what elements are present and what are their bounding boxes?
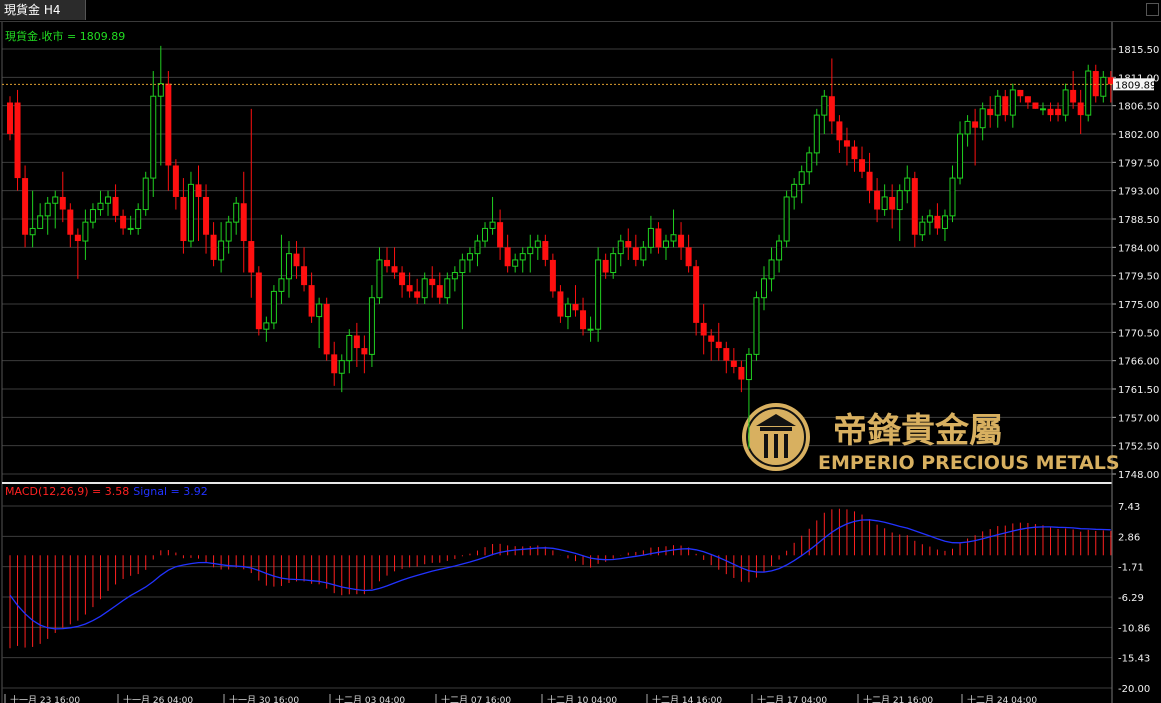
signal-value: Signal = 3.92 (133, 485, 208, 498)
macd-tick-label: 7.43 (1118, 502, 1140, 513)
price-tick-label: 1793.00 (1118, 187, 1159, 198)
time-tick-label: 十二月 14 16:00 (652, 694, 722, 703)
price-tick-label: 1775.00 (1118, 300, 1159, 311)
candle (7, 96, 13, 141)
macd-tick-label: -6.29 (1118, 593, 1144, 604)
price-tick-label: 1797.50 (1118, 158, 1159, 169)
price-tick-label: 1815.50 (1118, 45, 1159, 56)
macd-tick-label: -15.43 (1118, 654, 1150, 665)
chart-area: 帝鋒貴金屬 EMPERIO PRECIOUS METALS 1809.89 18… (0, 22, 1161, 703)
candle (549, 253, 556, 298)
macd-tick-label: -10.86 (1118, 623, 1150, 634)
candle (255, 266, 262, 336)
candle (270, 285, 277, 330)
time-tick-label: 十一月 30 16:00 (229, 694, 299, 703)
candle (1032, 102, 1039, 109)
price-tick-label: 1779.50 (1118, 272, 1159, 283)
candle (595, 247, 602, 342)
time-tick-label: 十一月 23 16:00 (10, 694, 80, 703)
time-tick-label: 十一月 26 04:00 (123, 694, 193, 703)
tab-bar: 現貨金 H4 (0, 0, 1161, 22)
macd-value: MACD(12,26,9) = 3.58 (5, 485, 129, 498)
time-tick-label: 十二月 17 04:00 (757, 694, 827, 703)
price-tick-label: 1788.50 (1118, 215, 1159, 226)
candle (14, 89, 21, 191)
chart-tab[interactable]: 現貨金 H4 (0, 0, 86, 20)
chart-tab-label: 現貨金 H4 (4, 3, 61, 17)
price-tick-label: 1766.00 (1118, 357, 1159, 368)
price-tick-label: 1752.50 (1118, 442, 1159, 453)
candle (142, 171, 149, 216)
candle (753, 291, 760, 361)
candle (323, 297, 330, 361)
price-tick-label: 1806.50 (1118, 102, 1159, 113)
price-tick-label: 1811.00 (1118, 73, 1159, 84)
price-tick-label: 1748.00 (1118, 470, 1159, 481)
time-tick-label: 十二月 07 16:00 (441, 694, 511, 703)
time-tick-label: 十二月 03 04:00 (335, 694, 405, 703)
watermark-english: EMPERIO PRECIOUS METALS (818, 452, 1120, 474)
time-tick-label: 十二月 21 16:00 (863, 694, 933, 703)
candle (368, 285, 375, 367)
price-tick-label: 1770.50 (1118, 328, 1159, 339)
candle (783, 190, 790, 248)
price-tick-label: 1757.00 (1118, 413, 1159, 424)
window-button[interactable] (1146, 3, 1159, 16)
candle (1085, 64, 1092, 122)
macd-label: MACD(12,26,9) = 3.58 Signal = 3.92 (5, 485, 208, 498)
close-price-label: 現貨金.收市 = 1809.89 (5, 29, 125, 43)
time-tick-label: 十二月 24 04:00 (967, 694, 1037, 703)
macd-tick-label: 2.86 (1118, 532, 1140, 543)
macd-tick-label: -20.00 (1118, 684, 1150, 695)
price-tick-label: 1802.00 (1118, 130, 1159, 141)
price-tick-label: 1761.50 (1118, 385, 1159, 396)
price-tick-label: 1784.00 (1118, 243, 1159, 254)
watermark-chinese: 帝鋒貴金屬 (833, 411, 1003, 451)
macd-tick-label: -1.71 (1118, 563, 1144, 574)
time-tick-label: 十二月 10 04:00 (547, 694, 617, 703)
